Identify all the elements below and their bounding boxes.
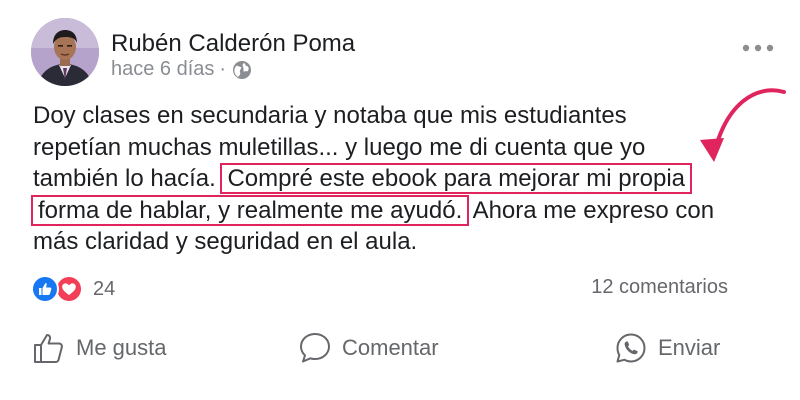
post-text-line: forma de hablar, y realmente me ayudó. A… <box>31 194 763 227</box>
avatar-image <box>31 18 99 86</box>
reactions-count: 24 <box>93 277 116 300</box>
comment-button-label: Comentar <box>342 335 439 360</box>
author-avatar[interactable] <box>31 18 99 86</box>
whatsapp-icon <box>616 333 646 363</box>
post-text: Doy clases en secundaria y notaba que mi… <box>31 100 763 258</box>
highlight-box: Compré este ebook para mejorar mi propia <box>220 163 692 194</box>
comment-button[interactable]: Comentar <box>298 328 439 368</box>
meta-separator: · <box>219 58 227 80</box>
like-button-label: Me gusta <box>76 335 167 360</box>
post-time[interactable]: hace 6 días <box>111 58 214 81</box>
love-reaction-icon <box>55 275 83 303</box>
globe-icon <box>233 60 252 79</box>
reactions-summary[interactable]: 24 <box>31 275 115 303</box>
action-bar: Me gusta Comentar Enviar <box>0 328 800 368</box>
post-text-line: Doy clases en secundaria y notaba que mi… <box>33 102 627 129</box>
like-button[interactable]: Me gusta <box>32 328 167 368</box>
post-meta: hace 6 días · <box>111 58 252 81</box>
like-reaction-icon <box>31 275 59 303</box>
share-button[interactable]: Enviar <box>614 328 720 368</box>
thumbs-up-icon <box>34 334 63 363</box>
post-text-segment: Ahora me expreso con <box>472 196 715 224</box>
author-name[interactable]: Rubén Calderón Poma <box>111 30 355 58</box>
more-options-icon[interactable] <box>740 38 776 58</box>
facebook-post: Rubén Calderón Poma hace 6 días · Doy cl… <box>0 0 800 400</box>
post-text-line: repetían muchas muletillas... y luego me… <box>33 133 646 161</box>
comments-count-link[interactable]: 12 comentarios <box>591 276 728 299</box>
post-text-line: también lo hacía. Compré este ebook para… <box>33 163 763 195</box>
share-button-label: Enviar <box>658 335 721 360</box>
highlight-box: forma de hablar, y realmente me ayudó. <box>31 194 470 226</box>
post-text-segment: también lo hacía. <box>33 165 216 192</box>
comment-bubble-icon <box>300 333 330 363</box>
post-text-line: más claridad y seguridad en el aula. <box>33 228 418 255</box>
arrow-annotation-icon <box>700 88 786 162</box>
